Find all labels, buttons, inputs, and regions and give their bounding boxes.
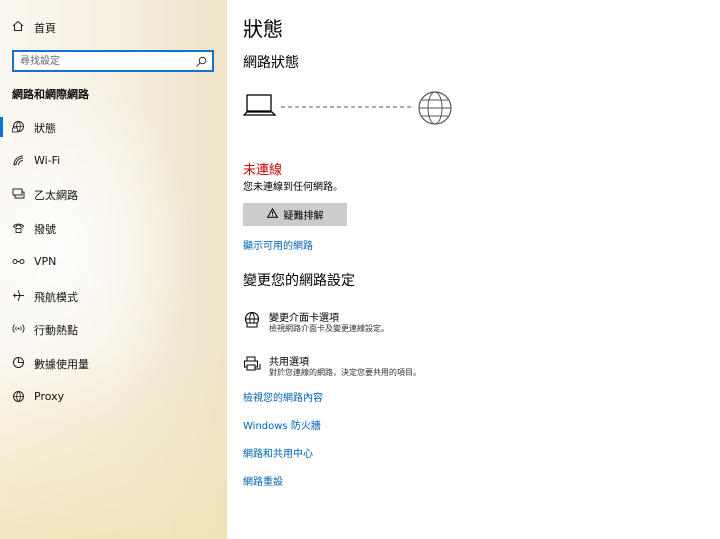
sidebar-item-status[interactable]: 狀態 [0, 110, 227, 144]
sidebar-item-vpn[interactable]: VPN [0, 245, 227, 279]
sidebar-item-label: 撥號 [34, 223, 56, 236]
sidebar-item-wifi[interactable]: Wi-Fi [0, 144, 227, 178]
sidebar-item-data-usage[interactable]: 數據使用量 [0, 346, 227, 380]
sidebar-item-hotspot[interactable]: 行動熱點 [0, 312, 227, 346]
change-settings-heading: 變更您的網路設定 [243, 273, 355, 289]
wifi-icon [11, 153, 25, 167]
change-adapter-options[interactable]: 變更介面卡選項 檢視網路介面卡及變更連線設定。 [243, 307, 543, 341]
option-title: 變更介面卡選項 [269, 313, 339, 324]
option-description: 對於您連線的網路，決定您要共用的項目。 [269, 368, 421, 377]
show-available-networks-link[interactable]: 顯示可用的網路 [243, 237, 313, 252]
sidebar-item-label: 數據使用量 [34, 358, 89, 371]
option-title: 共用選項 [269, 357, 309, 368]
network-diagram [243, 91, 452, 125]
sidebar-item-dialup[interactable]: 撥號 [0, 211, 227, 245]
sidebar-item-proxy[interactable]: Proxy [0, 380, 227, 414]
search-icon[interactable] [194, 54, 208, 68]
network-status-heading: 網路狀態 [243, 55, 299, 71]
globe-icon [11, 389, 25, 403]
sidebar-item-label: 行動熱點 [34, 324, 78, 337]
dialup-icon [11, 220, 25, 234]
page-title: 狀態 [243, 17, 283, 41]
network-sharing-center-link[interactable]: 網路和共用中心 [243, 445, 313, 460]
main-content: 狀態 網路狀態 未連線 您未連線到任何網路。 疑難排解 顯示可用的網路 變更您的… [227, 0, 720, 539]
sidebar-item-ethernet[interactable]: 乙太網路 [0, 177, 227, 211]
connection-description: 您未連線到任何網路。 [243, 182, 343, 193]
sidebar-item-airplane[interactable]: 飛航模式 [0, 279, 227, 313]
hotspot-icon [11, 321, 25, 335]
sidebar-item-label: 乙太網路 [34, 189, 78, 202]
ethernet-icon [11, 186, 25, 200]
active-indicator [0, 117, 3, 137]
troubleshoot-button[interactable]: 疑難排解 [243, 203, 347, 226]
laptop-icon [243, 94, 277, 116]
sidebar-item-label: VPN [34, 255, 57, 268]
network-reset-link[interactable]: 網路重設 [243, 473, 283, 488]
search-box[interactable] [12, 50, 214, 72]
sharing-options[interactable]: 共用選項 對於您連線的網路，決定您要共用的項目。 [243, 351, 543, 385]
data-usage-icon [11, 355, 25, 369]
airplane-icon [11, 288, 25, 302]
sidebar-item-label: 飛航模式 [34, 291, 78, 304]
search-input[interactable] [20, 54, 190, 68]
home-icon [11, 19, 25, 33]
option-description: 檢視網路介面卡及變更連線設定。 [269, 324, 389, 333]
troubleshoot-label: 疑難排解 [283, 211, 324, 222]
sidebar-item-label: 狀態 [34, 122, 56, 135]
home-label: 首頁 [34, 22, 56, 35]
internet-globe-icon [418, 91, 452, 125]
windows-firewall-link[interactable]: Windows 防火牆 [243, 417, 321, 432]
status-icon [11, 119, 25, 133]
adapter-icon [243, 311, 261, 329]
connection-status: 未連線 [243, 163, 283, 178]
sharing-icon [243, 355, 261, 373]
vpn-icon [11, 254, 25, 268]
sidebar: 首頁 網路和網際網路 狀態 Wi-Fi 乙太網路 撥號 [0, 0, 227, 539]
sidebar-item-label: Proxy [34, 390, 65, 403]
sidebar-section-title: 網路和網際網路 [12, 88, 89, 101]
sidebar-item-label: Wi-Fi [34, 154, 61, 167]
warning-icon [266, 207, 278, 221]
home-nav-item[interactable]: 首頁 [0, 10, 227, 44]
view-network-properties-link[interactable]: 檢視您的網路內容 [243, 389, 323, 404]
